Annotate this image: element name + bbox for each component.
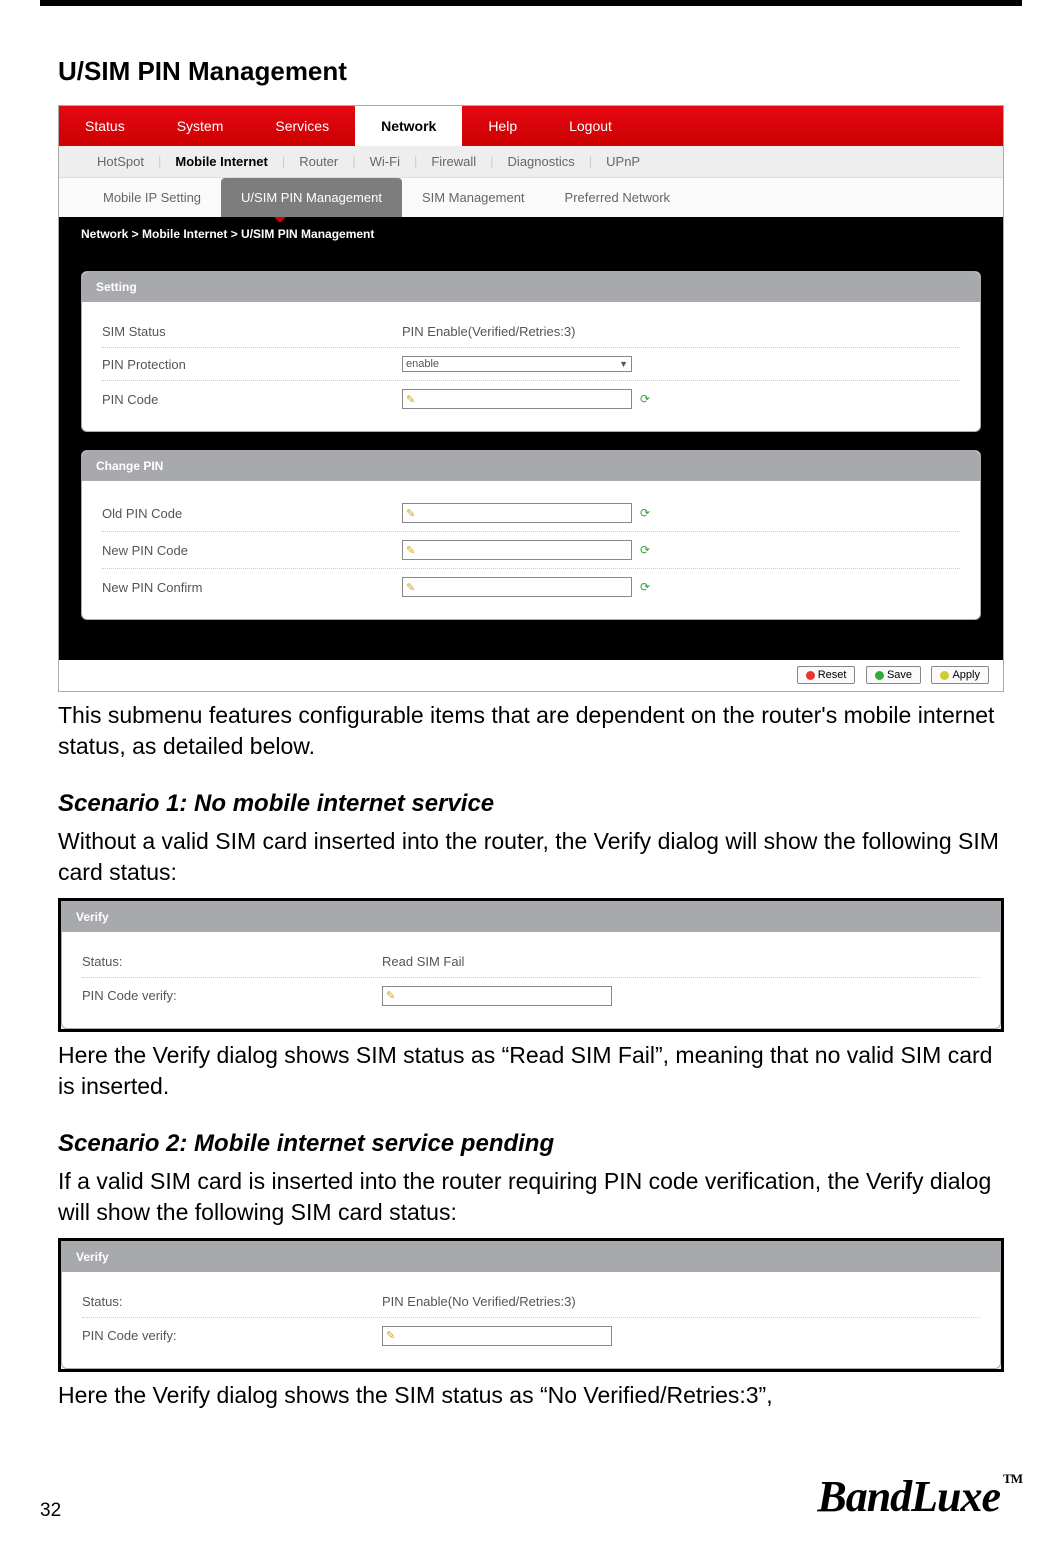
refresh-icon[interactable]: ⟳ (640, 580, 650, 594)
pencil-icon: ✎ (386, 989, 395, 1002)
verify-2-pin-row: PIN Code verify: ✎ (82, 1318, 980, 1354)
scenario-2-body: If a valid SIM card is inserted into the… (58, 1166, 1004, 1228)
pin-code-label: PIN Code (102, 392, 402, 407)
tab-sim-management[interactable]: SIM Management (402, 178, 545, 217)
intro-text: This submenu features configurable items… (58, 700, 1004, 762)
row-sim-status: SIM Status PIN Enable(Verified/Retries:3… (102, 316, 960, 348)
nav-logout[interactable]: Logout (543, 106, 638, 146)
panel-header-setting: Setting (82, 272, 980, 302)
subnav-hotspot[interactable]: HotSpot (83, 146, 158, 177)
chevron-down-icon: ▼ (619, 359, 628, 369)
tab-usim-pin-management[interactable]: U/SIM PIN Management (221, 178, 402, 217)
tab-mobile-ip-setting[interactable]: Mobile IP Setting (83, 178, 221, 217)
new-pin-label: New PIN Code (102, 543, 402, 558)
verify-2-header: Verify (62, 1242, 1000, 1272)
save-button[interactable]: Save (866, 666, 921, 684)
breadcrumb: Network > Mobile Internet > U/SIM PIN Ma… (81, 227, 374, 241)
verify-1-status-label: Status: (82, 954, 382, 969)
tab-preferred-network[interactable]: Preferred Network (545, 178, 690, 217)
apply-button[interactable]: Apply (931, 666, 989, 684)
pin-protection-select[interactable]: enable ▼ (402, 356, 632, 372)
subnav-wifi[interactable]: Wi-Fi (356, 146, 414, 177)
row-old-pin: Old PIN Code ✎ ⟳ (102, 495, 960, 532)
refresh-icon[interactable]: ⟳ (640, 543, 650, 557)
row-new-pin-confirm: New PIN Confirm ✎ ⟳ (102, 569, 960, 605)
scenario-1-after-text: Here the Verify dialog shows SIM status … (58, 1040, 1004, 1102)
verify-2-pin-input[interactable]: ✎ (382, 1326, 612, 1346)
sim-status-value: PIN Enable(Verified/Retries:3) (402, 324, 960, 339)
reset-button[interactable]: Reset (797, 666, 856, 684)
verify-1-status-row: Status: Read SIM Fail (82, 946, 980, 978)
sim-status-label: SIM Status (102, 324, 402, 339)
breadcrumb-bar: Network > Mobile Internet > U/SIM PIN Ma… (59, 217, 1003, 271)
row-pin-code: PIN Code ✎ ⟳ (102, 381, 960, 417)
row-new-pin: New PIN Code ✎ ⟳ (102, 532, 960, 569)
button-bar: Reset Save Apply (59, 660, 1003, 691)
panel-header-change-pin: Change PIN (82, 451, 980, 481)
reset-dot-icon (806, 671, 815, 680)
new-pin-confirm-label: New PIN Confirm (102, 580, 402, 595)
verify-2-status-row: Status: PIN Enable(No Verified/Retries:3… (82, 1286, 980, 1318)
nav-services[interactable]: Services (249, 106, 355, 146)
subnav-upnp[interactable]: UPnP (592, 146, 654, 177)
sub-tabs: Mobile IP Setting U/SIM PIN Management S… (59, 178, 1003, 217)
subnav-mobile-internet[interactable]: Mobile Internet (161, 146, 281, 177)
verify-screenshot-2: Verify Status: PIN Enable(No Verified/Re… (58, 1238, 1004, 1372)
pencil-icon: ✎ (386, 1329, 395, 1342)
subnav-router[interactable]: Router (285, 146, 352, 177)
subnav-diagnostics[interactable]: Diagnostics (494, 146, 589, 177)
pencil-icon: ✎ (406, 507, 415, 520)
nav-help[interactable]: Help (462, 106, 543, 146)
verify-1-pin-input[interactable]: ✎ (382, 986, 612, 1006)
pin-code-input[interactable]: ✎ (402, 389, 632, 409)
verify-1-status-value: Read SIM Fail (382, 954, 980, 969)
old-pin-label: Old PIN Code (102, 506, 402, 521)
old-pin-input[interactable]: ✎ (402, 503, 632, 523)
verify-1-pin-row: PIN Code verify: ✎ (82, 978, 980, 1014)
page-top-rule (40, 0, 1022, 6)
scenario-2-after-text: Here the Verify dialog shows the SIM sta… (58, 1380, 1004, 1411)
section-title: U/SIM PIN Management (58, 56, 1004, 87)
refresh-icon[interactable]: ⟳ (640, 392, 650, 406)
change-pin-panel: Change PIN Old PIN Code ✎ ⟳ New PIN Code … (81, 450, 981, 620)
pencil-icon: ✎ (406, 393, 415, 406)
nav-system[interactable]: System (151, 106, 250, 146)
nav-network[interactable]: Network (355, 106, 462, 146)
pencil-icon: ✎ (406, 581, 415, 594)
new-pin-input[interactable]: ✎ (402, 540, 632, 560)
sub-nav: HotSpot| Mobile Internet| Router| Wi-Fi|… (59, 146, 1003, 178)
refresh-icon[interactable]: ⟳ (640, 506, 650, 520)
scenario-1-body: Without a valid SIM card inserted into t… (58, 826, 1004, 888)
row-pin-protection: PIN Protection enable ▼ (102, 348, 960, 381)
save-dot-icon (875, 671, 884, 680)
scenario-1-title: Scenario 1: No mobile internet service (58, 790, 1004, 818)
scenario-2-title: Scenario 2: Mobile internet service pend… (58, 1130, 1004, 1158)
verify-2-pin-label: PIN Code verify: (82, 1328, 382, 1343)
active-tab-indicator-icon (274, 217, 286, 223)
apply-dot-icon (940, 671, 949, 680)
pencil-icon: ✎ (406, 544, 415, 557)
router-ui-screenshot: Status System Services Network Help Logo… (58, 105, 1004, 692)
new-pin-confirm-input[interactable]: ✎ (402, 577, 632, 597)
subnav-firewall[interactable]: Firewall (417, 146, 490, 177)
main-nav: Status System Services Network Help Logo… (59, 106, 1003, 146)
brand-logo: BandLuxeTM (817, 1471, 1022, 1522)
verify-2-status-value: PIN Enable(No Verified/Retries:3) (382, 1294, 980, 1309)
pin-protection-label: PIN Protection (102, 357, 402, 372)
setting-panel: Setting SIM Status PIN Enable(Verified/R… (81, 271, 981, 432)
verify-1-pin-label: PIN Code verify: (82, 988, 382, 1003)
verify-2-status-label: Status: (82, 1294, 382, 1309)
nav-status[interactable]: Status (59, 106, 151, 146)
verify-screenshot-1: Verify Status: Read SIM Fail PIN Code ve… (58, 898, 1004, 1032)
pin-protection-selected: enable (406, 358, 439, 370)
trademark-icon: TM (1003, 1471, 1022, 1486)
page-number: 32 (40, 1500, 61, 1522)
verify-1-header: Verify (62, 902, 1000, 932)
